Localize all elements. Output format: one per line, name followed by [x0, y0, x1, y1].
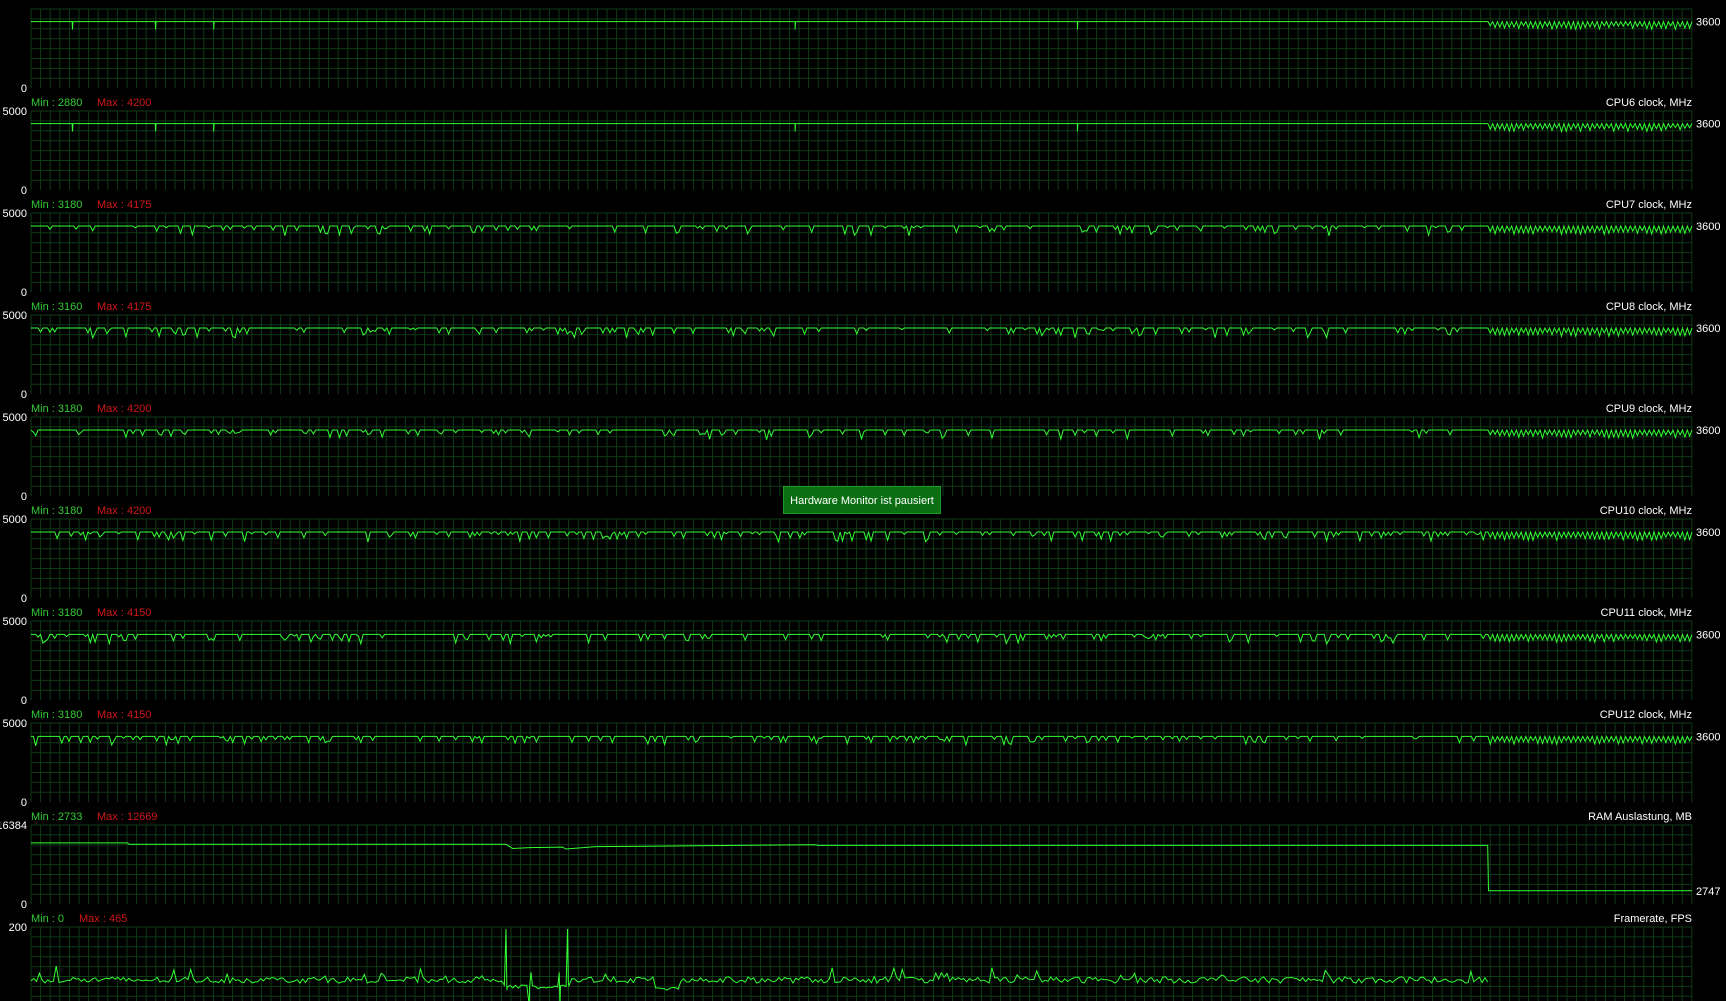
graph-panel-7: Min : 3180 Max : 4150 CPU12 clock, MHz 5000…: [3, 709, 1721, 809]
hardware-monitor-graph: 0 3600 Min : 2880 Max : 4200 CPU6 clock, MHz…: [0, 0, 1726, 1001]
max-label: Max : 4200: [97, 97, 151, 109]
y-max-label: 5000: [3, 412, 27, 424]
y-max-label: 5000: [3, 514, 27, 526]
current-value-label: 3600: [1696, 425, 1720, 437]
min-label: Min : 3180: [31, 403, 82, 415]
graph-title: CPU12 clock, MHz: [1600, 709, 1692, 721]
min-label: Min : 3160: [31, 301, 82, 313]
current-value-label: 3600: [1696, 17, 1720, 29]
y-min-label: 0: [21, 797, 27, 809]
min-label: Min : 3180: [31, 505, 82, 517]
graph-title: Framerate, FPS: [1614, 913, 1692, 925]
max-label: Max : 465: [79, 913, 127, 925]
current-value-label: 3600: [1696, 119, 1720, 131]
max-label: Max : 4175: [97, 301, 151, 313]
current-value-label: 3600: [1696, 731, 1720, 743]
min-label: Min : 3180: [31, 709, 82, 721]
graph-title: RAM Auslastung, MB: [1588, 811, 1692, 823]
max-label: Max : 4200: [97, 403, 151, 415]
current-value-label: 3600: [1696, 527, 1720, 539]
y-max-label: 5000: [3, 718, 27, 730]
max-label: Max : 4150: [97, 709, 151, 721]
y-max-label: 5000: [3, 310, 27, 322]
y-min-label: 0: [21, 593, 27, 605]
graph-panel-8: Min : 2733 Max : 12669 RAM Auslastung, MB 1…: [0, 811, 1720, 911]
min-label: Min : 2733: [31, 811, 82, 823]
current-value-label: 3600: [1696, 221, 1720, 233]
max-label: Max : 4150: [97, 607, 151, 619]
paused-status-badge: Hardware Monitor ist pausiert: [783, 486, 941, 514]
y-max-label: 16384: [0, 820, 27, 832]
graph-title: CPU7 clock, MHz: [1606, 199, 1692, 211]
y-min-label: 0: [21, 899, 27, 911]
graph-panel-9: Min : 0Max : 465Framerate, FPS2000: [9, 913, 1693, 1001]
graph-panel-3: Min : 3160 Max : 4175 CPU8 clock, MHz 5000 0…: [3, 301, 1721, 401]
current-value-label: 3600: [1696, 323, 1720, 335]
min-label: Min : 2880: [31, 97, 82, 109]
current-value-label: 2747: [1696, 886, 1720, 898]
current-value-label: 3600: [1696, 629, 1720, 641]
y-max-label: 5000: [3, 208, 27, 220]
graph-title: CPU8 clock, MHz: [1606, 301, 1692, 313]
y-max-label: 200: [9, 922, 27, 934]
graph-title: CPU11 clock, MHz: [1601, 607, 1692, 619]
max-label: Max : 12669: [97, 811, 158, 823]
y-max-label: 5000: [3, 616, 27, 628]
y-min-label: 0: [21, 287, 27, 299]
min-label: Min : 0: [31, 913, 64, 925]
max-label: Max : 4175: [97, 199, 151, 211]
y-min-label: 0: [21, 389, 27, 401]
graph-panel-6: Min : 3180 Max : 4150 CPU11 clock, MHz 5000…: [3, 607, 1721, 707]
graph-title: CPU6 clock, MHz: [1606, 97, 1692, 109]
graph-title: CPU9 clock, MHz: [1606, 403, 1692, 415]
graph-panel-2: Min : 3180 Max : 4175 CPU7 clock, MHz 5000 0…: [3, 199, 1721, 299]
y-max-label: 5000: [3, 106, 27, 118]
graph-title: CPU10 clock, MHz: [1600, 505, 1692, 517]
y-min-label: 0: [21, 695, 27, 707]
graph-panel-0: 0 3600: [21, 8, 1720, 95]
graph-panel-5: Min : 3180 Max : 4200 CPU10 clock, MHz 5000…: [3, 505, 1721, 605]
graph-panel-1: Min : 2880 Max : 4200 CPU6 clock, MHz 5000 0…: [3, 97, 1721, 197]
y-min-label: 0: [21, 491, 27, 503]
y-min-label: 0: [21, 83, 27, 95]
max-label: Max : 4200: [97, 505, 151, 517]
min-label: Min : 3180: [31, 607, 82, 619]
y-min-label: 0: [21, 185, 27, 197]
min-label: Min : 3180: [31, 199, 82, 211]
